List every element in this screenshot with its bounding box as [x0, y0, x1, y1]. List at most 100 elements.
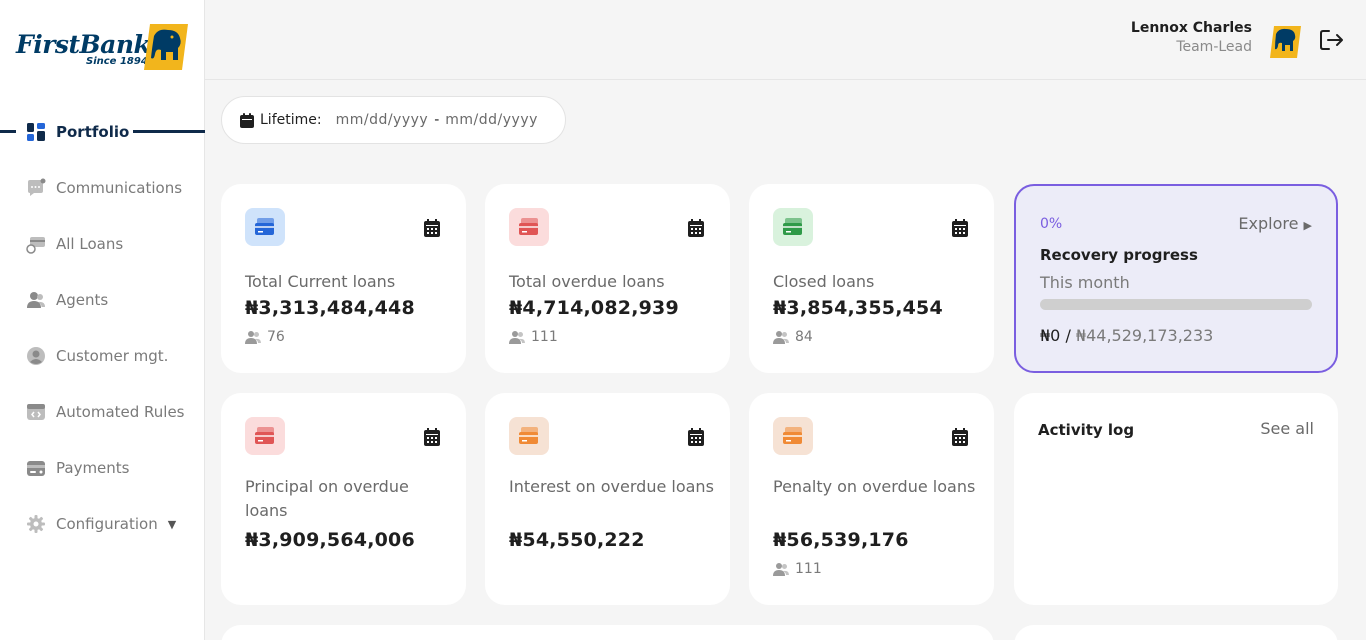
elephant-logo-icon: [144, 24, 188, 70]
wallet-icon: [26, 458, 46, 478]
card-amount: ₦3,313,484,448: [245, 297, 415, 319]
calendar-icon[interactable]: [424, 428, 440, 446]
activity-log-title: Activity log: [1038, 421, 1135, 439]
calendar-icon[interactable]: [952, 428, 968, 446]
sidebar-nav: Portfolio Communications All Loans Agent…: [0, 104, 205, 552]
card-tile: [509, 208, 549, 246]
code-icon: [26, 402, 46, 422]
sidebar-item-label: Configuration: [56, 515, 158, 533]
card-amount: ₦56,539,176: [773, 529, 909, 551]
recovery-period: This month: [1040, 273, 1130, 292]
explore-label: Explore: [1238, 214, 1299, 233]
recovery-progress-card: 0% Explore ▶ Recovery progress This mont…: [1014, 184, 1338, 373]
sidebar-item-label: Agents: [56, 291, 109, 309]
logout-icon[interactable]: [1319, 28, 1345, 52]
see-all-link[interactable]: See all: [1260, 419, 1314, 438]
count-value: 84: [795, 329, 813, 345]
card-stack-icon: [783, 427, 802, 444]
filter-label: Lifetime:: [260, 112, 322, 128]
recovery-slash: /: [1060, 326, 1076, 345]
sidebar-item-communications[interactable]: Communications: [0, 160, 205, 216]
next-row-card: [1014, 625, 1338, 640]
recovered-amount: ₦0: [1040, 326, 1061, 345]
card-count: 111: [773, 561, 822, 577]
stat-card-interest-overdue[interactable]: Interest on overdue loans ₦54,550,222: [485, 393, 730, 605]
user-role: Team-Lead: [1176, 39, 1252, 55]
users-icon: [26, 290, 46, 310]
card-stack-icon: [783, 218, 802, 235]
card-title: Total overdue loans: [509, 272, 665, 291]
users-icon: [509, 331, 525, 344]
date-separator: -: [434, 112, 440, 128]
stat-card-total-overdue-loans[interactable]: Total overdue loans ₦4,714,082,939 111: [485, 184, 730, 373]
stat-card-principal-overdue[interactable]: Principal on overdue loans ₦3,909,564,00…: [221, 393, 466, 605]
stat-card-total-current-loans[interactable]: Total Current loans ₦3,313,484,448 76: [221, 184, 466, 373]
date-range-filter[interactable]: Lifetime: mm/dd/yyyy - mm/dd/yyyy: [221, 96, 566, 144]
end-date-input[interactable]: mm/dd/yyyy: [445, 112, 538, 128]
count-value: 76: [267, 329, 285, 345]
sidebar-item-label: Customer mgt.: [56, 347, 169, 365]
sidebar-item-agents[interactable]: Agents: [0, 272, 205, 328]
next-row-card: [221, 625, 994, 640]
sidebar: FirstBank Since 1894 Portfolio Communica…: [0, 0, 205, 640]
start-date-input[interactable]: mm/dd/yyyy: [336, 112, 429, 128]
card-stack-icon: [255, 218, 274, 235]
sidebar-item-automated-rules[interactable]: Automated Rules: [0, 384, 205, 440]
card-tile: [509, 417, 549, 455]
user-name: Lennox Charles: [1130, 20, 1252, 36]
firstbank-logo[interactable]: FirstBank Since 1894: [16, 24, 188, 72]
caret-right-icon: ▶: [1303, 219, 1312, 232]
sidebar-item-label: Communications: [56, 179, 183, 197]
count-value: 111: [531, 329, 558, 345]
user-info: Lennox Charles Team-Lead: [1131, 20, 1252, 55]
count-value: 111: [795, 561, 822, 577]
card-tile: [773, 208, 813, 246]
calendar-icon[interactable]: [688, 219, 704, 237]
recovery-title: Recovery progress: [1040, 246, 1198, 264]
recovery-progress-bar: [1040, 299, 1312, 310]
stat-card-penalty-overdue[interactable]: Penalty on overdue loans ₦56,539,176 111: [749, 393, 994, 605]
calendar-icon[interactable]: [952, 219, 968, 237]
card-stack-icon: [519, 218, 538, 235]
card-stack-icon: [519, 427, 538, 444]
sidebar-item-label: Portfolio: [56, 123, 130, 141]
sidebar-item-all-loans[interactable]: All Loans: [0, 216, 205, 272]
card-amount: ₦3,854,355,454: [773, 297, 943, 319]
user-circle-icon: [26, 346, 46, 366]
calendar-icon: [240, 112, 254, 128]
card-title: Interest on overdue loans: [509, 477, 714, 496]
sidebar-item-configuration[interactable]: Configuration ▼: [0, 496, 205, 552]
sidebar-item-label: Automated Rules: [56, 403, 185, 421]
card-title: Total Current loans: [245, 272, 396, 291]
users-icon: [245, 331, 261, 344]
card-amount: ₦3,909,564,006: [245, 529, 415, 551]
users-icon: [773, 331, 789, 344]
users-icon: [773, 563, 789, 576]
card-tile: [773, 417, 813, 455]
loans-icon: [26, 234, 46, 254]
card-stack-icon: [255, 427, 274, 444]
sidebar-item-customer-mgt[interactable]: Customer mgt.: [0, 328, 205, 384]
card-title: Penalty on overdue loans: [773, 477, 976, 496]
activity-log-card: Activity log See all: [1014, 393, 1338, 605]
logo-since: Since 1894: [86, 56, 148, 67]
target-amount: ₦44,529,173,233: [1075, 326, 1214, 345]
stat-card-closed-loans[interactable]: Closed loans ₦3,854,355,454 84: [749, 184, 994, 373]
card-count: 111: [509, 329, 558, 345]
explore-link[interactable]: Explore ▶: [1238, 214, 1312, 233]
calendar-icon[interactable]: [688, 428, 704, 446]
card-tile: [245, 208, 285, 246]
grid-icon: [26, 122, 46, 142]
recovery-values: ₦0 / ₦44,529,173,233: [1040, 326, 1213, 345]
calendar-icon[interactable]: [424, 219, 440, 237]
sidebar-item-payments[interactable]: Payments: [0, 440, 205, 496]
avatar[interactable]: [1269, 24, 1301, 58]
sidebar-item-portfolio[interactable]: Portfolio: [0, 104, 205, 160]
card-tile: [245, 417, 285, 455]
sidebar-item-label: Payments: [56, 459, 130, 477]
chevron-down-icon[interactable]: ▼: [168, 518, 176, 531]
top-header: Lennox Charles Team-Lead: [205, 0, 1366, 80]
card-amount: ₦4,714,082,939: [509, 297, 679, 319]
card-count: 84: [773, 329, 813, 345]
chat-icon: [26, 178, 46, 198]
